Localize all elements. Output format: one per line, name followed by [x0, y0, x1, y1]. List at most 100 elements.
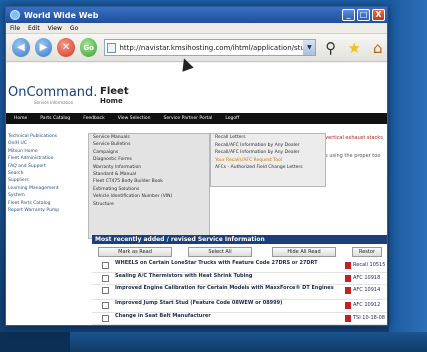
- nav-feedback[interactable]: Feedback: [83, 116, 104, 121]
- sidebar-item[interactable]: FAQ and Support: [8, 163, 84, 170]
- site-nav: Home Parts Catalog Feedback View Selecti…: [6, 113, 387, 124]
- desktop-background-right: [389, 0, 427, 352]
- list-item: Improved Jump Start Stud (Feature Code 0…: [92, 300, 387, 313]
- back-arrow-icon: ◀: [16, 42, 25, 53]
- submenu-item[interactable]: Recall/AFC Information by Any Dealer: [215, 149, 325, 157]
- info-list: WHEELS on Certain LoneStar Trucks with F…: [92, 260, 387, 325]
- menu-item[interactable]: Vehicle Identification Number (VIN): [93, 193, 209, 200]
- sidebar-item[interactable]: Fleet Administration: [8, 155, 84, 162]
- item-checkbox[interactable]: [102, 287, 109, 294]
- menu-item[interactable]: Service Bulletins: [93, 141, 209, 148]
- go-button[interactable]: Go: [79, 38, 98, 57]
- menu-item[interactable]: Diagnostic Forms: [93, 156, 209, 163]
- search-icon[interactable]: ⚲: [321, 38, 340, 58]
- nav-parts-catalog[interactable]: Parts Catalog: [40, 116, 70, 121]
- item-ref: AFC 10914: [353, 287, 381, 293]
- chevron-down-icon: ▼: [307, 44, 312, 51]
- submenu-item[interactable]: AFCs - Authorized Field Change Letters: [215, 164, 325, 172]
- url-text[interactable]: http://navistar.kmsihosting.com/ihtml/ap…: [119, 44, 303, 52]
- pdf-icon: [345, 262, 351, 269]
- home-icon[interactable]: ⌂: [369, 38, 388, 58]
- item-checkbox[interactable]: [102, 262, 109, 269]
- forward-button[interactable]: ▶: [34, 38, 53, 57]
- action-buttons: Mark as Read Select All Hide All Read Re…: [92, 246, 387, 258]
- hide-all-read-button[interactable]: Hide All Read: [272, 247, 336, 257]
- oncommand-logo[interactable]: OnCommand. Service Information: [8, 85, 98, 105]
- menu-item[interactable]: Structure: [93, 201, 209, 208]
- page-icon: [107, 42, 117, 53]
- nav-home[interactable]: Home: [14, 116, 27, 121]
- sidebar-item[interactable]: Technical Publications: [8, 133, 84, 140]
- menu-item[interactable]: Service Manuals: [93, 134, 209, 141]
- nav-service-partner-portal[interactable]: Service Partner Portal: [164, 116, 213, 121]
- sidebar-item[interactable]: Search: [8, 170, 84, 177]
- desktop-background-bottom: [0, 332, 427, 352]
- menu-item[interactable]: Standard & Manual: [93, 171, 209, 178]
- item-title[interactable]: WHEELS on Certain LoneStar Trucks with F…: [115, 260, 345, 266]
- menu-item[interactable]: Fleet CT475 Body Builder Book: [93, 178, 209, 185]
- logo-text: OnCommand.: [8, 85, 98, 100]
- title-bar: World Wide Web _ □ X: [6, 7, 387, 23]
- submenu-item-highlighted[interactable]: Your Recalls/AFC Request Tool: [215, 157, 325, 165]
- address-dropdown-button[interactable]: ▼: [303, 40, 316, 55]
- site-header: OnCommand. Service Information Fleet Hom…: [6, 63, 387, 113]
- sidebar-item[interactable]: Mitsun Home: [8, 148, 84, 155]
- site-title: Fleet Home: [100, 86, 129, 105]
- item-title[interactable]: Change in Seat Belt Manufacturer: [115, 313, 345, 319]
- browser-logo-icon: [10, 10, 20, 20]
- item-checkbox[interactable]: [102, 314, 109, 322]
- sidebar-item[interactable]: OnIH UC: [8, 140, 84, 147]
- sidebar-item[interactable]: Report Warranty Pump: [8, 207, 84, 214]
- window-title: World Wide Web: [24, 10, 99, 20]
- section-header: Most recently added / revised Service In…: [92, 235, 387, 244]
- stop-x-icon: ✕: [61, 42, 71, 53]
- menu-item[interactable]: Estimating Solutions: [93, 186, 209, 193]
- submenu-item[interactable]: Recall/AFC Information by Any Dealer: [215, 142, 325, 150]
- address-bar[interactable]: http://navistar.kmsihosting.com/ihtml/ap…: [104, 39, 317, 56]
- menu-item[interactable]: Campaigns: [93, 149, 209, 156]
- item-title[interactable]: Improved Engine Calibration for Certain …: [115, 285, 345, 291]
- forward-arrow-icon: ▶: [39, 42, 48, 53]
- sidebar-item[interactable]: Suppliers: [8, 177, 84, 184]
- close-button[interactable]: X: [372, 9, 385, 21]
- stop-button[interactable]: ✕: [57, 38, 75, 57]
- browser-window: World Wide Web _ □ X File Edit View Go ◀…: [5, 6, 388, 326]
- list-item: Sealing A/C Thermistors with Heat Shrink…: [92, 273, 387, 285]
- sidebar-item[interactable]: Fleet Parts Catalog: [8, 200, 84, 207]
- restore-button[interactable]: Restor: [352, 247, 382, 257]
- list-item: WHEELS on Certain LoneStar Trucks with F…: [92, 260, 387, 273]
- item-ref: TSI 10-18-08: [353, 314, 385, 321]
- nav-view-selection[interactable]: View Selection: [118, 116, 151, 121]
- sidebar-item[interactable]: Learning Management: [8, 185, 84, 192]
- menu-view[interactable]: View: [48, 25, 62, 32]
- back-button[interactable]: ◀: [12, 38, 30, 57]
- minimize-button[interactable]: _: [342, 9, 355, 21]
- menu-edit[interactable]: Edit: [28, 25, 40, 32]
- sidebar: Technical Publications OnIH UC Mitsun Ho…: [6, 133, 84, 214]
- pdf-icon: [345, 274, 351, 282]
- navigation-toolbar: ◀ ▶ ✕ Go http://navistar.kmsihosting.com…: [6, 34, 387, 62]
- menu-item[interactable]: Warranty Information: [93, 164, 209, 171]
- submenu-item[interactable]: Recall Letters: [215, 134, 325, 142]
- pdf-icon: [345, 314, 351, 322]
- menu-file[interactable]: File: [10, 25, 20, 32]
- item-checkbox[interactable]: [102, 274, 109, 282]
- favorites-star-icon[interactable]: ★: [345, 38, 364, 58]
- sidebar-item[interactable]: System: [8, 192, 84, 199]
- nav-logoff[interactable]: Logoff: [225, 116, 239, 121]
- site-title-main: Fleet: [100, 86, 129, 97]
- menu-bar: File Edit View Go: [6, 23, 387, 34]
- campaigns-submenu: Recall Letters Recall/AFC Information by…: [210, 133, 326, 187]
- list-item: Improved Engine Calibration for Certain …: [92, 285, 387, 300]
- item-ref: AFC 10912: [353, 302, 381, 308]
- item-title[interactable]: Improved Jump Start Stud (Feature Code 0…: [115, 300, 345, 306]
- item-ref: AFC 10918: [353, 274, 381, 281]
- item-title[interactable]: Sealing A/C Thermistors with Heat Shrink…: [115, 273, 345, 279]
- logo-subtext: Service Information: [34, 100, 74, 105]
- item-checkbox[interactable]: [102, 302, 109, 309]
- select-all-button[interactable]: Select All: [188, 247, 252, 257]
- menu-go[interactable]: Go: [70, 25, 78, 32]
- maximize-button[interactable]: □: [357, 9, 370, 21]
- mark-as-read-button[interactable]: Mark as Read: [98, 247, 172, 257]
- item-ref: Recall 10515: [353, 262, 386, 268]
